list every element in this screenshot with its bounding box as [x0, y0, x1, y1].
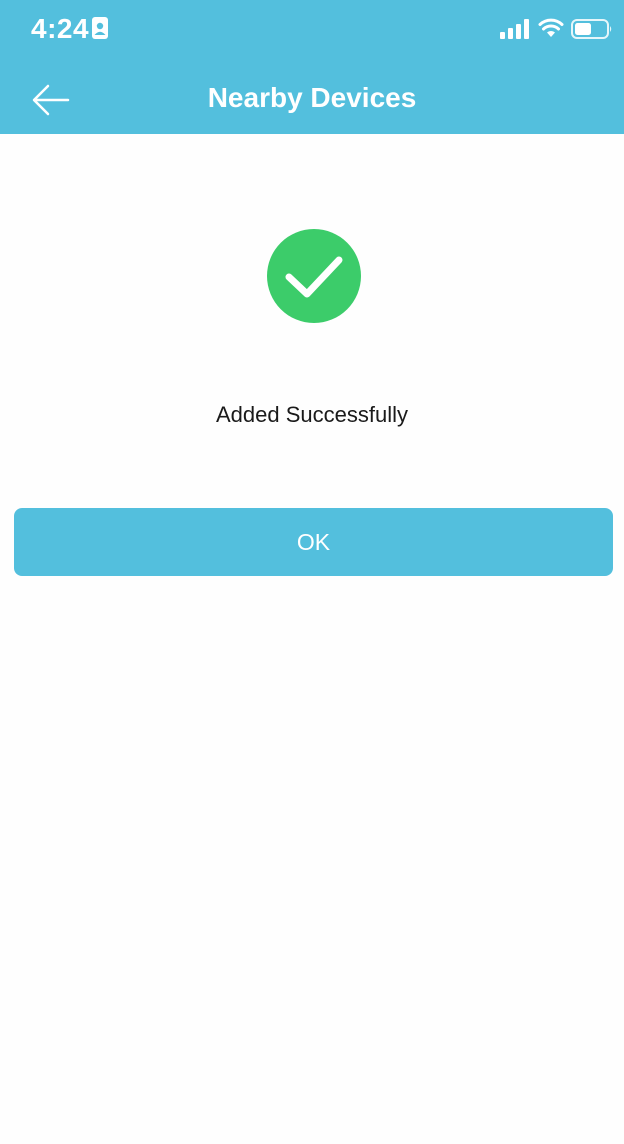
checkmark-circle-icon	[267, 229, 361, 323]
ok-button[interactable]: OK	[14, 508, 613, 576]
id-badge-icon	[92, 17, 108, 39]
signal-icon	[500, 19, 529, 39]
battery-icon	[571, 19, 612, 39]
page-title: Nearby Devices	[207, 82, 417, 113]
success-message: Added Successfully	[216, 402, 408, 427]
nav-bar: Nearby Devices	[0, 58, 624, 134]
wifi-icon	[538, 18, 564, 37]
status-time: 4:24	[31, 13, 90, 44]
app-header: 4:24 Nearby Devices	[0, 0, 624, 134]
status-bar: 4:24	[0, 0, 624, 58]
